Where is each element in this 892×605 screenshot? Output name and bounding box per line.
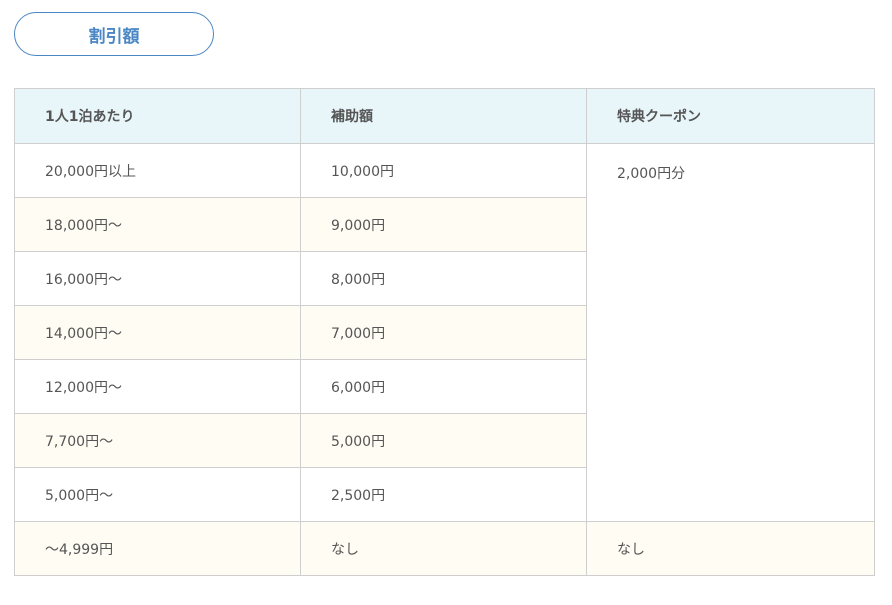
per-night-cell: 5,000円〜 [14,467,301,522]
subsidy-cell: 6,000円 [300,359,587,414]
subsidy-cell: 10,000円 [300,143,587,198]
per-night-cell: 16,000円〜 [14,251,301,306]
table-row: 20,000円以上 10,000円 2,000円分 [14,143,875,522]
header-subsidy: 補助額 [300,88,587,144]
subsidy-table: 1人1泊あたり 補助額 特典クーポン 20,000円以上 10,000円 2,0… [14,88,875,576]
subsidy-cell: なし [300,521,587,576]
per-night-cell: 〜4,999円 [14,521,301,576]
subsidy-cell: 7,000円 [300,305,587,360]
subsidy-cell: 8,000円 [300,251,587,306]
header-coupon: 特典クーポン [586,88,875,144]
subsidy-cell: 5,000円 [300,413,587,468]
per-night-cell: 18,000円〜 [14,197,301,252]
subsidy-cell: 2,500円 [300,467,587,522]
discount-amount-button[interactable]: 割引額 [14,12,214,56]
header-per-night: 1人1泊あたり [14,88,301,144]
per-night-cell: 7,700円〜 [14,413,301,468]
table-header-row: 1人1泊あたり 補助額 特典クーポン [14,88,875,144]
coupon-cell: なし [586,521,875,576]
per-night-cell: 14,000円〜 [14,305,301,360]
per-night-cell: 20,000円以上 [14,143,301,198]
table-row: 〜4,999円 なし なし [14,521,875,576]
subsidy-cell: 9,000円 [300,197,587,252]
coupon-cell: 2,000円分 [586,143,875,522]
per-night-cell: 12,000円〜 [14,359,301,414]
